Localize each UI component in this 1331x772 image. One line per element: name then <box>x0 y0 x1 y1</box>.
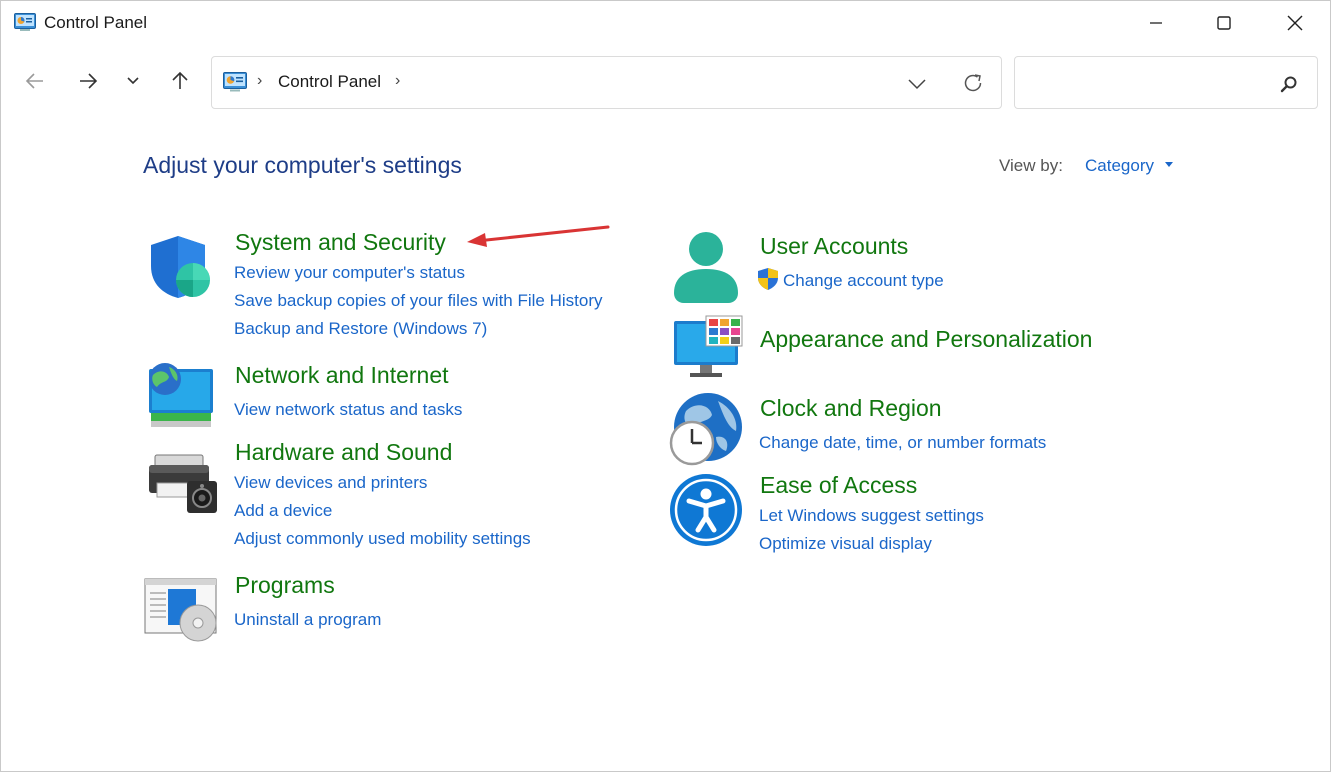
category-hardware-and-sound[interactable]: Hardware and Sound <box>235 439 452 466</box>
category-programs[interactable]: Programs <box>235 572 335 599</box>
arrow-left-icon <box>25 73 43 89</box>
search-input[interactable] <box>1025 69 1265 97</box>
forward-button[interactable] <box>70 63 106 99</box>
view-by-label: View by: <box>999 156 1063 175</box>
breadcrumb-control-panel[interactable]: Control Panel <box>278 72 381 92</box>
control-panel-icon <box>14 13 36 31</box>
link-save-backup-file-history[interactable]: Save backup copies of your files with Fi… <box>234 291 603 311</box>
programs-disc-icon[interactable] <box>144 577 218 643</box>
window-title: Control Panel <box>44 13 148 32</box>
category-network-and-internet[interactable]: Network and Internet <box>235 362 449 389</box>
category-appearance-personalization[interactable]: Appearance and Personalization <box>760 326 1092 353</box>
printer-speaker-icon[interactable] <box>147 453 219 515</box>
close-icon <box>1287 15 1303 31</box>
link-view-devices-printers[interactable]: View devices and printers <box>234 473 427 493</box>
up-button[interactable] <box>162 63 198 99</box>
address-dropdown-button[interactable] <box>904 71 930 97</box>
back-button[interactable] <box>17 63 53 99</box>
minimize-icon <box>1150 22 1162 24</box>
annotation-arrow-icon <box>467 225 610 247</box>
link-optimize-visual-display[interactable]: Optimize visual display <box>759 534 932 554</box>
shield-icon[interactable] <box>147 234 213 300</box>
maximize-button[interactable] <box>1189 1 1259 45</box>
link-change-date-time-formats[interactable]: Change date, time, or number formats <box>759 433 1046 453</box>
link-change-account-type[interactable]: Change account type <box>783 271 944 291</box>
view-by-dropdown[interactable]: Category <box>1085 156 1154 176</box>
refresh-icon <box>964 74 982 92</box>
link-let-windows-suggest-settings[interactable]: Let Windows suggest settings <box>759 506 984 526</box>
monitor-palette-icon[interactable] <box>672 315 744 379</box>
link-backup-and-restore[interactable]: Backup and Restore (Windows 7) <box>234 319 487 339</box>
page-heading: Adjust your computer's settings <box>143 152 462 178</box>
maximize-icon <box>1217 16 1231 30</box>
accessibility-icon[interactable] <box>669 473 743 547</box>
link-review-computer-status[interactable]: Review your computer's status <box>234 263 465 283</box>
chevron-down-icon <box>127 77 139 85</box>
category-system-and-security[interactable]: System and Security <box>235 229 446 256</box>
category-user-accounts[interactable]: User Accounts <box>760 233 908 260</box>
network-globe-icon[interactable] <box>145 361 215 429</box>
user-icon[interactable] <box>672 229 740 305</box>
control-panel-icon <box>223 72 247 92</box>
minimize-button[interactable] <box>1121 1 1191 45</box>
close-button[interactable] <box>1260 1 1330 45</box>
control-panel-window: Control Panel › Control Panel › Adjust y… <box>0 0 1331 772</box>
search-icon[interactable] <box>1279 74 1299 94</box>
arrow-up-icon <box>172 71 188 89</box>
globe-clock-icon[interactable] <box>668 391 744 467</box>
link-view-network-status[interactable]: View network status and tasks <box>234 400 462 420</box>
link-add-a-device[interactable]: Add a device <box>234 501 332 521</box>
address-bar[interactable]: › Control Panel › <box>211 56 1002 109</box>
category-clock-and-region[interactable]: Clock and Region <box>760 395 942 422</box>
navigation-bar: › Control Panel › <box>1 45 1330 120</box>
title-bar[interactable]: Control Panel <box>1 1 1330 45</box>
breadcrumb-separator[interactable]: › <box>395 72 400 90</box>
chevron-down-icon <box>908 79 926 90</box>
arrow-right-icon <box>80 73 98 89</box>
recent-locations-button[interactable] <box>115 63 151 99</box>
category-ease-of-access[interactable]: Ease of Access <box>760 472 917 499</box>
caret-down-icon[interactable] <box>1165 162 1173 167</box>
link-adjust-mobility-settings[interactable]: Adjust commonly used mobility settings <box>234 529 531 549</box>
link-uninstall-program[interactable]: Uninstall a program <box>234 610 381 630</box>
breadcrumb-separator[interactable]: › <box>257 72 262 90</box>
refresh-button[interactable] <box>960 70 986 96</box>
uac-shield-icon <box>758 268 778 290</box>
search-box[interactable] <box>1014 56 1318 109</box>
